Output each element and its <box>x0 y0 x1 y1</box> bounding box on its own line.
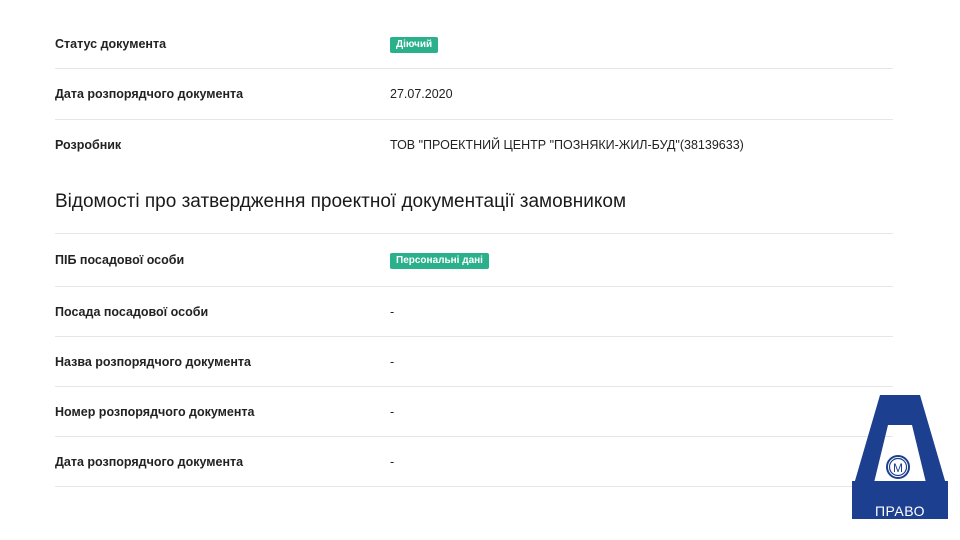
official-name-label: ПІБ посадової особи <box>55 253 185 267</box>
personal-data-badge: Персональні дані <box>390 252 489 269</box>
order-date-row: Дата розпорядчого документа 27.07.2020 <box>55 69 893 120</box>
logo-text: ПРАВО <box>874 503 926 519</box>
status-badge: Діючий <box>390 36 439 53</box>
developer-value: ТОВ "ПРОЕКТНИЙ ЦЕНТР "ПОЗНЯКИ-ЖИЛ-БУД"(3… <box>390 138 744 152</box>
doc-name-value: - <box>390 354 395 369</box>
doc-number-label: Номер розпорядчого документа <box>55 404 255 419</box>
doc-number-value: - <box>390 404 395 419</box>
status-label: Статус документа <box>55 37 167 51</box>
official-position-row: Посада посадової особи - <box>55 287 893 337</box>
doc-name-row: Назва розпорядчого документа - <box>55 337 893 387</box>
approval-section-title: Відомості про затвердження проектної док… <box>55 170 893 234</box>
doc-date-row: Дата розпорядчого документа - <box>55 437 893 487</box>
official-name-row: ПІБ посадової особи Персональні дані <box>55 234 893 287</box>
official-position-label: Посада посадової особи <box>55 304 209 319</box>
pravo-logo: М <box>852 395 948 519</box>
logo-mark: М <box>893 461 903 475</box>
doc-date-value: - <box>390 454 395 469</box>
developer-row: Розробник ТОВ "ПРОЕКТНИЙ ЦЕНТР "ПОЗНЯКИ-… <box>55 120 893 170</box>
developer-label: Розробник <box>55 138 122 152</box>
status-row: Статус документа Діючий <box>55 20 893 69</box>
doc-date-label: Дата розпорядчого документа <box>55 454 244 469</box>
order-date-label: Дата розпорядчого документа <box>55 87 244 101</box>
doc-number-row: Номер розпорядчого документа - <box>55 387 893 437</box>
document-details: Статус документа Діючий Дата розпорядчог… <box>55 20 893 487</box>
doc-name-label: Назва розпорядчого документа <box>55 354 251 369</box>
order-date-value: 27.07.2020 <box>390 87 453 101</box>
official-position-value: - <box>390 304 395 319</box>
